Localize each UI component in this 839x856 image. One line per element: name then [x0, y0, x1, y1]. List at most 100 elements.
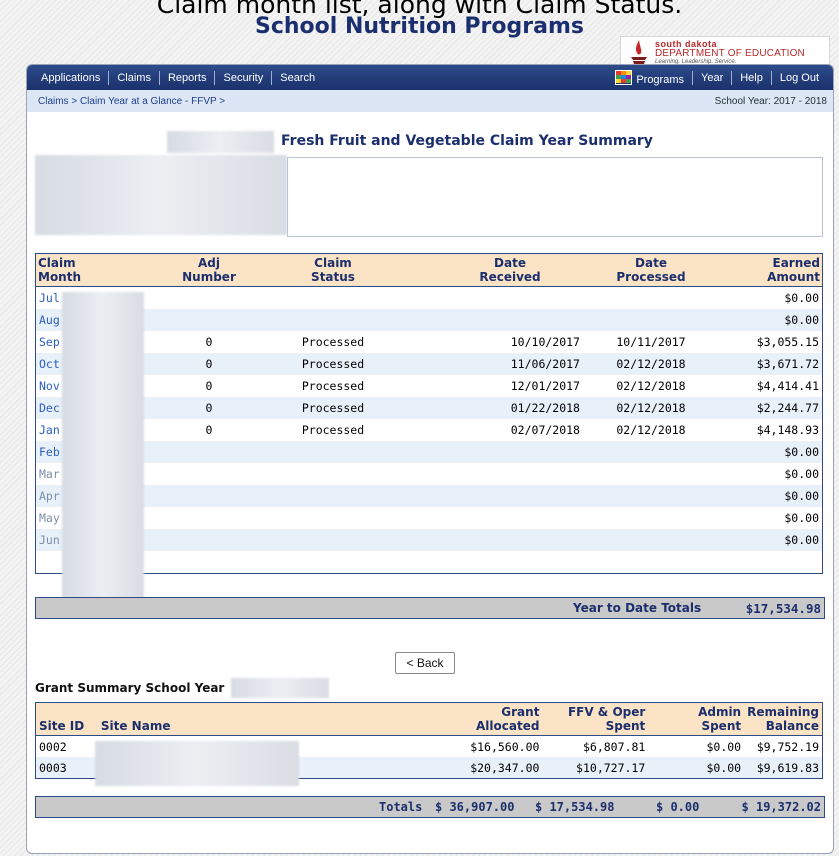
claim-status-cell: Processed: [271, 375, 395, 397]
date-processed-cell: 02/12/2018: [583, 353, 719, 375]
site-id-cell: 0002: [35, 735, 98, 757]
date-processed-cell: [583, 529, 719, 551]
totals-allocated: $ 36,907.00: [435, 800, 515, 814]
claim-status-cell: [271, 529, 395, 551]
date-received-cell: [395, 286, 583, 309]
admin-spent-cell: $0.00: [648, 757, 745, 779]
adj-number-cell: 0: [147, 331, 271, 353]
claim-status-cell: Processed: [271, 397, 395, 419]
nav-logout[interactable]: Log Out: [772, 72, 827, 84]
school-year-label: School Year: 2017 - 2018: [714, 95, 827, 107]
table-row-spacer: [35, 551, 823, 574]
claim-month-link[interactable]: Mar: [39, 467, 60, 481]
table-row: Apr $0.00: [35, 485, 823, 507]
col-adj-number: Adj Number: [147, 253, 271, 287]
ytd-totals-label: Year to Date Totals: [573, 601, 702, 615]
table-row: Jul 2 $0.00: [35, 286, 823, 309]
table-row: Sep 0 Processed 10/10/2017 10/11/2017 $3…: [35, 331, 823, 353]
date-received-cell: [395, 529, 583, 551]
claim-status-cell: [271, 485, 395, 507]
adj-number-cell: 0: [147, 353, 271, 375]
adj-number-cell: [147, 309, 271, 331]
claim-status-cell: Processed: [271, 353, 395, 375]
claim-month-link[interactable]: Feb: [39, 445, 60, 459]
top-nav: Applications Claims Reports Security Sea…: [27, 65, 833, 90]
remaining-balance-cell: $9,752.19: [744, 735, 823, 757]
adj-number-cell: [147, 529, 271, 551]
date-received-cell: [395, 309, 583, 331]
nav-search[interactable]: Search: [272, 72, 323, 84]
earned-amount-cell: $4,414.41: [719, 375, 823, 397]
date-received-cell: 11/06/2017: [395, 353, 583, 375]
logo-line-2: DEPARTMENT OF EDUCATION: [655, 47, 805, 59]
claim-status-cell: [271, 507, 395, 529]
adj-number-cell: [147, 507, 271, 529]
claim-month-link[interactable]: Aug: [39, 313, 60, 327]
earned-amount-cell: $0.00: [719, 529, 823, 551]
col-site-id: Site ID: [35, 702, 98, 736]
date-processed-cell: [583, 485, 719, 507]
date-processed-cell: 10/11/2017: [583, 331, 719, 353]
claim-month-link[interactable]: Nov: [39, 379, 60, 393]
col-claim-month: Claim Month: [35, 253, 147, 287]
col-earned-amount: Earned Amount: [719, 253, 823, 287]
date-processed-cell: [583, 286, 719, 309]
date-received-cell: 10/10/2017: [395, 331, 583, 353]
adj-number-cell: 0: [147, 375, 271, 397]
nav-applications[interactable]: Applications: [27, 72, 108, 84]
ffv-oper-spent-cell: $10,727.17: [542, 757, 649, 779]
claim-status-cell: [271, 463, 395, 485]
table-row: Dec 0 Processed 01/22/2018 02/12/2018 $2…: [35, 397, 823, 419]
claim-status-cell: [271, 286, 395, 309]
claim-month-link[interactable]: Jan: [39, 423, 60, 437]
earned-amount-cell: $0.00: [719, 286, 823, 309]
nav-year[interactable]: Year: [693, 72, 731, 84]
date-processed-cell: [583, 441, 719, 463]
claim-status-cell: [271, 441, 395, 463]
adj-number-cell: [147, 286, 271, 309]
claim-month-link[interactable]: May: [39, 511, 60, 525]
claim-month-link[interactable]: Sep: [39, 335, 60, 349]
table-row: Feb $0.00: [35, 441, 823, 463]
claim-month-link[interactable]: Oct: [39, 357, 60, 371]
claim-month-link[interactable]: Apr: [39, 489, 60, 503]
nav-security[interactable]: Security: [215, 72, 271, 84]
admin-spent-cell: $0.00: [648, 735, 745, 757]
redacted-sponsor-id: [167, 131, 274, 153]
grant-allocated-cell: $20,347.00: [418, 757, 543, 779]
sponsor-info-box: [287, 157, 823, 237]
table-row: Oct 0 Processed 11/06/2017 02/12/2018 $3…: [35, 353, 823, 375]
date-received-cell: [395, 441, 583, 463]
earned-amount-cell: $0.00: [719, 441, 823, 463]
claims-header-row: Claim Month Adj Number Claim Status Date Rec…: [35, 253, 823, 287]
page-title: Fresh Fruit and Vegetable Claim Year Sum…: [281, 133, 653, 149]
table-row: Jan 0 Processed 02/07/2018 02/12/2018 $4…: [35, 419, 823, 441]
col-date-processed: Date Processed: [583, 253, 719, 287]
nav-claims[interactable]: Claims: [109, 72, 159, 84]
grant-totals-bar: Totals $ 36,907.00 $ 17,534.98 $ 0.00 $ …: [35, 796, 825, 818]
adj-number-cell: [147, 441, 271, 463]
ytd-totals-bar: Year to Date Totals $17,534.98: [35, 597, 825, 619]
breadcrumb[interactable]: Claims > Claim Year at a Glance - FFVP >: [38, 96, 225, 107]
earned-amount-cell: $0.00: [719, 507, 823, 529]
date-processed-cell: [583, 309, 719, 331]
nav-help[interactable]: Help: [732, 72, 771, 84]
date-processed-cell: 02/12/2018: [583, 397, 719, 419]
nav-programs-label: Programs: [636, 73, 684, 86]
totals-admin: $ 0.00: [656, 800, 700, 814]
claim-month-link[interactable]: Jun: [39, 533, 60, 547]
table-row: Nov 0 Processed 12/01/2017 02/12/2018 $4…: [35, 375, 823, 397]
site-id-cell: 0003: [35, 757, 98, 779]
col-admin-spent: Admin Spent: [648, 702, 745, 736]
app-frame: Applications Claims Reports Security Sea…: [26, 64, 834, 854]
claim-month-link[interactable]: Dec: [39, 401, 60, 415]
adj-number-cell: 0: [147, 397, 271, 419]
nav-programs[interactable]: Programs: [607, 69, 692, 86]
back-button[interactable]: < Back: [395, 652, 455, 674]
date-received-cell: [395, 507, 583, 529]
adj-number-cell: [147, 485, 271, 507]
table-row: Aug $0.00: [35, 309, 823, 331]
grant-summary-label: Grant Summary School Year: [35, 681, 225, 695]
nav-reports[interactable]: Reports: [160, 72, 215, 84]
col-remaining-balance: Remaining Balance: [744, 702, 823, 736]
